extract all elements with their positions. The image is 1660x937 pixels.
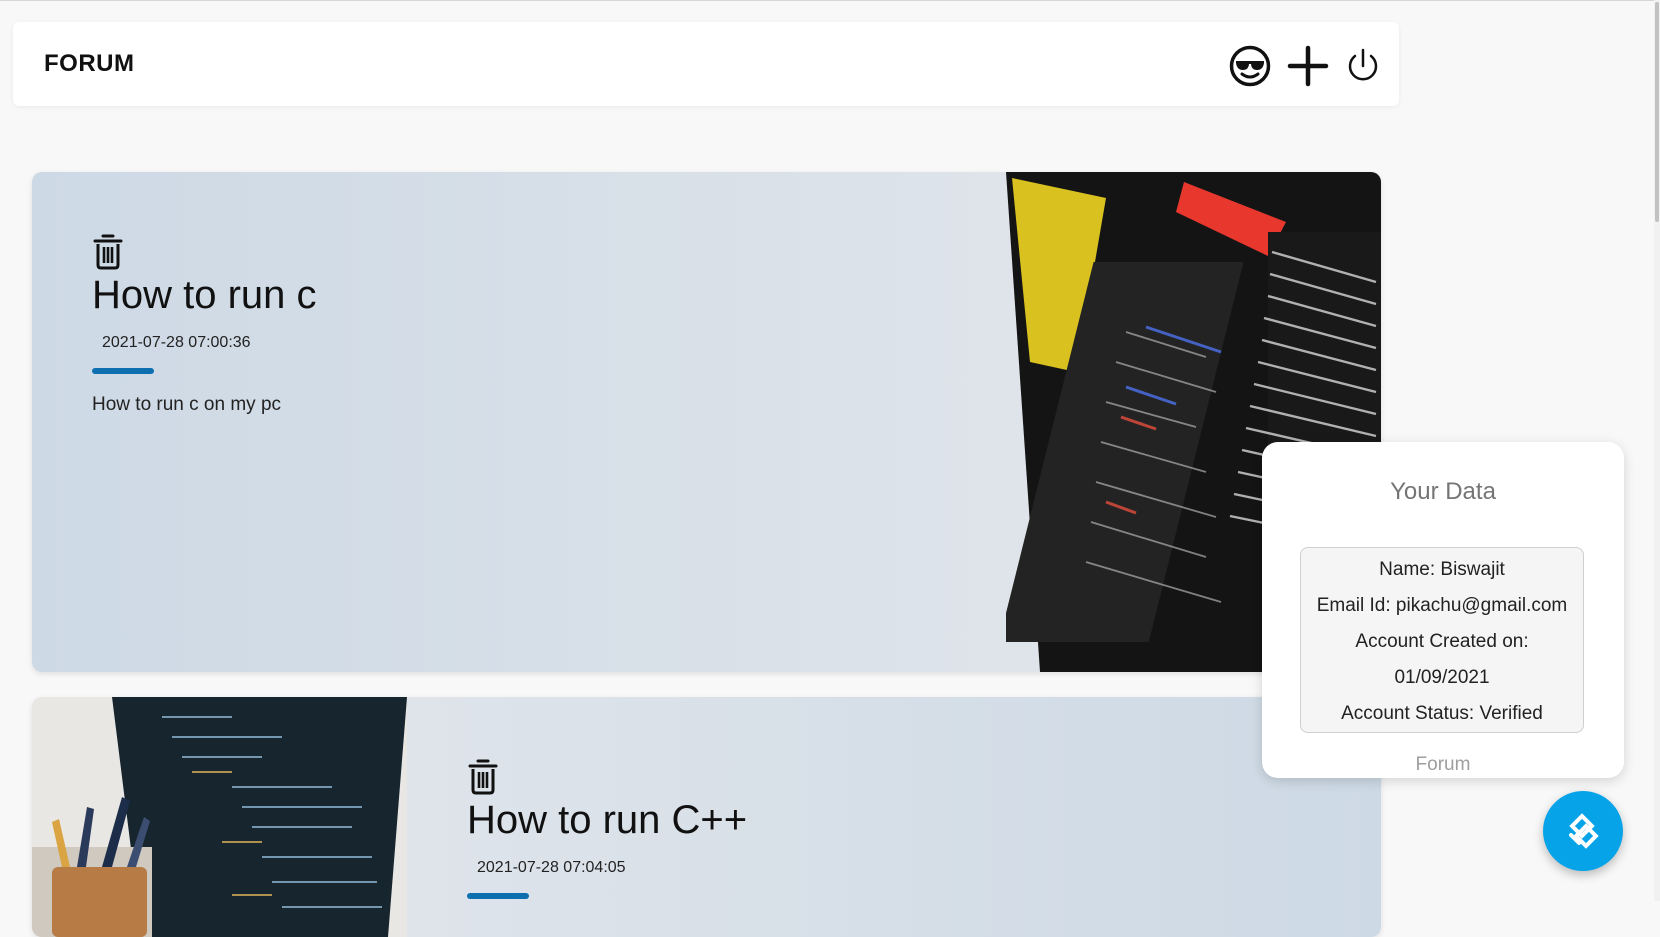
navbar-actions [1213, 44, 1383, 88]
navbar: FORUM [13, 22, 1399, 106]
scrollbar-thumb[interactable] [1655, 2, 1659, 222]
post-body: How to run c 2021-07-28 07:00:36 How to … [92, 232, 317, 416]
blocks-logo-icon [1569, 813, 1599, 849]
trash-icon[interactable] [92, 232, 124, 270]
post-body: How to run C++ 2021-07-28 07:04:05 [467, 757, 747, 899]
popup-footer: Forum [1415, 754, 1471, 775]
post-card[interactable]: How to run c 2021-07-28 07:00:36 How to … [32, 172, 1381, 672]
account-status: Account Status: Verified [1341, 703, 1543, 724]
code-laptop-image [32, 697, 407, 937]
post-card[interactable]: How to run C++ 2021-07-28 07:04:05 [32, 697, 1381, 937]
fab-button[interactable] [1543, 791, 1623, 871]
popup-title: Your Data [1390, 478, 1496, 505]
brand-title[interactable]: FORUM [44, 50, 134, 78]
account-created-label: Account Created on: [1355, 631, 1529, 652]
accent-divider [92, 368, 154, 374]
sunglasses-face-icon[interactable] [1228, 44, 1272, 88]
post-date: 2021-07-28 07:04:05 [477, 859, 626, 876]
power-icon[interactable] [1343, 44, 1383, 88]
plus-icon[interactable] [1286, 44, 1330, 88]
user-name: Name: Biswajit [1379, 559, 1505, 580]
trash-icon[interactable] [467, 757, 499, 795]
account-created-date: 01/09/2021 [1394, 667, 1490, 688]
post-date: 2021-07-28 07:00:36 [102, 334, 251, 351]
user-data-popup: Your Data Name: Biswajit Email Id: pikac… [1262, 442, 1624, 778]
post-description: How to run c on my pc [92, 394, 282, 415]
post-title[interactable]: How to run c [92, 272, 317, 318]
user-data-box: Name: Biswajit Email Id: pikachu@gmail.c… [1300, 547, 1584, 733]
top-border [0, 0, 1660, 1]
post-title[interactable]: How to run C++ [467, 797, 747, 843]
accent-divider [467, 893, 529, 899]
user-email: Email Id: pikachu@gmail.com [1316, 595, 1568, 616]
